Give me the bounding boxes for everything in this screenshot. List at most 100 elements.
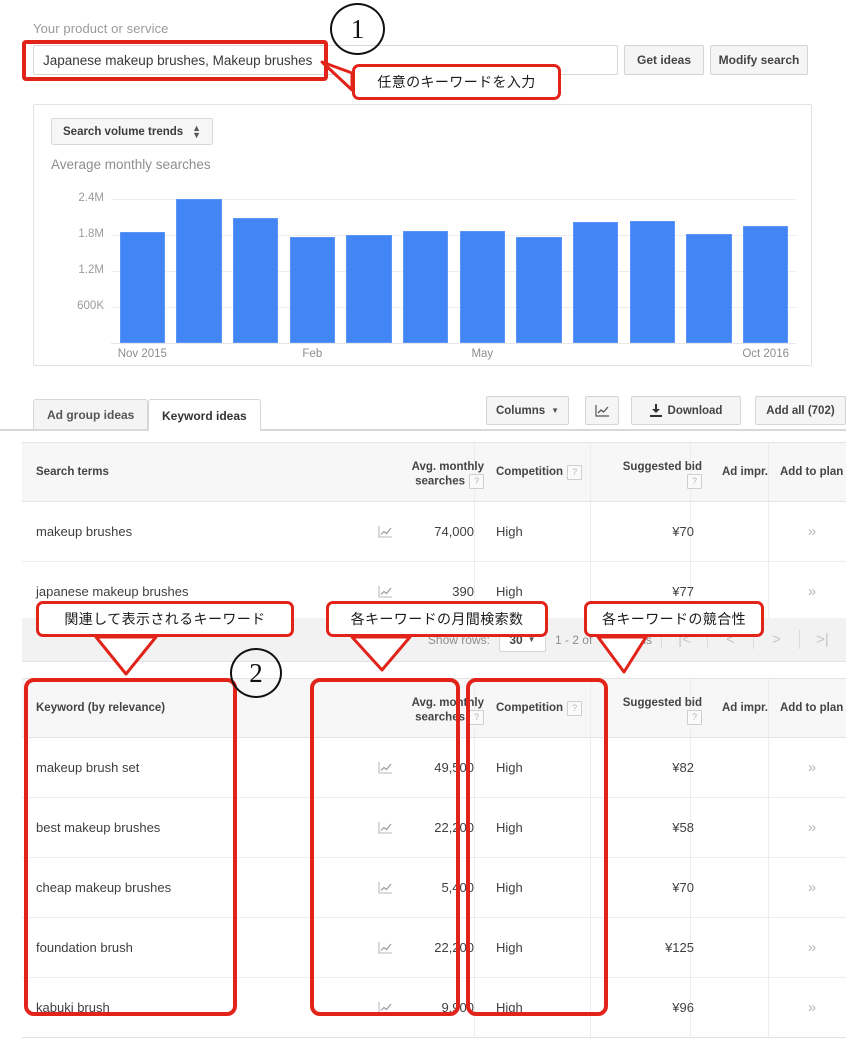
table-row[interactable]: makeup brush set 49,500 High ¥82 » [22, 738, 846, 798]
help-icon[interactable]: ? [687, 474, 702, 489]
cell-keyword[interactable]: cheap makeup brushes [36, 858, 356, 917]
next-page-icon[interactable]: > [763, 631, 790, 648]
y-axis-tick-label: 1.8M [78, 228, 104, 240]
table-row[interactable]: makeup brushes 74,000 High ¥70 » [22, 502, 846, 562]
cell-sparkline[interactable] [374, 978, 396, 1037]
cell-keyword[interactable]: makeup brush set [36, 738, 356, 797]
sparkline-icon[interactable] [377, 881, 393, 894]
cell-competition: High [496, 524, 523, 539]
chart-bar[interactable] [459, 231, 505, 343]
chart-bar[interactable] [743, 226, 789, 343]
sparkline-icon[interactable] [377, 585, 393, 598]
cell-keyword[interactable]: kabuki brush [36, 978, 356, 1037]
column-header-keyword-by-relevance[interactable]: Keyword (by relevance) [36, 679, 165, 737]
download-button[interactable]: Download [631, 396, 741, 425]
column-header-search-terms[interactable]: Search terms [36, 443, 109, 501]
cell-suggested-bid: ¥70 [672, 880, 694, 895]
search-volume-trends-select[interactable]: Search volume trends ▲ ▼ [51, 118, 214, 145]
previous-page-icon[interactable]: < [717, 631, 744, 648]
table-row[interactable]: japanese makeup brushes 390 High ¥77 » [22, 562, 846, 621]
cell-add-to-plan-button[interactable]: » [782, 858, 842, 917]
chart-title: Average monthly searches [51, 157, 211, 172]
search-terms-table-header: Search terms Avg. monthly searches? Compe… [22, 443, 846, 502]
sparkline-icon[interactable] [377, 821, 393, 834]
add-all-button[interactable]: Add all (702) [755, 396, 846, 425]
line-chart-icon [594, 405, 609, 417]
cell-ad-impr [712, 978, 778, 1037]
chart-bar[interactable] [686, 233, 732, 343]
cell-avg-monthly-searches: 22,200 [434, 940, 474, 955]
show-rows-select[interactable]: 30 ▼ [498, 627, 546, 652]
first-page-icon[interactable]: |< [671, 631, 698, 648]
cell-add-to-plan-button[interactable]: » [782, 978, 842, 1037]
column-header-ad-impr[interactable]: Ad impr. [722, 679, 768, 737]
help-icon[interactable]: ? [469, 710, 484, 725]
table-row[interactable]: best makeup brushes 22,200 High ¥58 » [22, 798, 846, 858]
pagination-range: 1 - 2 of [554, 632, 593, 647]
chart-bar[interactable] [573, 222, 619, 343]
chart-bar[interactable] [289, 237, 335, 343]
chart-bar[interactable] [119, 232, 165, 343]
cell-ad-impr [712, 502, 778, 561]
help-icon[interactable]: ? [567, 464, 583, 480]
keyword-search-input[interactable] [33, 45, 618, 75]
cell-add-to-plan-button[interactable]: » [782, 918, 842, 977]
cell-sparkline[interactable] [374, 858, 396, 917]
show-rows-value: 30 [509, 632, 523, 647]
columns-label: Columns [495, 404, 546, 417]
sparkline-icon[interactable] [377, 1001, 393, 1014]
cell-sparkline[interactable] [374, 738, 396, 797]
cell-add-to-plan-button[interactable]: » [782, 798, 842, 857]
sparkline-icon[interactable] [377, 761, 393, 774]
help-icon[interactable]: ? [567, 700, 583, 716]
cell-keyword[interactable]: japanese makeup brushes [36, 562, 356, 621]
chart-bar[interactable] [629, 221, 675, 343]
last-page-icon[interactable]: >| [809, 631, 836, 648]
table-row[interactable]: foundation brush 22,200 High ¥125 » [22, 918, 846, 978]
cell-avg-monthly-searches: 390 [452, 584, 474, 599]
x-axis-tick-label: Feb [302, 348, 323, 360]
table-row[interactable]: cheap makeup brushes 5,400 High ¥70 » [22, 858, 846, 918]
column-header-competition[interactable]: Competition? [496, 443, 583, 501]
modify-search-button[interactable]: Modify search [710, 45, 808, 75]
column-header-avg-monthly-searches[interactable]: Avg. monthly searches? [392, 443, 484, 501]
sparkline-icon[interactable] [377, 941, 393, 954]
y-axis-tick-label: 600K [77, 300, 104, 312]
tab-keyword-ideas[interactable]: Keyword ideas [148, 399, 261, 431]
sparkline-icon[interactable] [377, 525, 393, 538]
cell-sparkline[interactable] [374, 502, 396, 561]
axis-baseline [111, 343, 796, 344]
chart-bar[interactable] [403, 231, 449, 343]
cell-add-to-plan-button[interactable]: » [782, 502, 842, 561]
chart-bar[interactable] [233, 217, 279, 343]
search-area: Your product or service Get ideas Modify… [0, 0, 846, 92]
help-icon[interactable]: ? [469, 474, 484, 489]
column-header-ad-impr[interactable]: Ad impr. [722, 443, 768, 501]
chart-bar[interactable] [346, 235, 392, 343]
cell-suggested-bid: ¥58 [672, 820, 694, 835]
cell-keyword[interactable]: foundation brush [36, 918, 356, 977]
cell-sparkline[interactable] [374, 562, 396, 621]
chart-bar[interactable] [176, 199, 222, 343]
y-axis-tick-label: 1.2M [78, 264, 104, 276]
get-ideas-button[interactable]: Get ideas [624, 45, 704, 75]
column-header-competition[interactable]: Competition? [496, 679, 583, 737]
cell-competition: High [496, 584, 523, 599]
cell-sparkline[interactable] [374, 918, 396, 977]
cell-add-to-plan-button[interactable]: » [782, 738, 842, 797]
column-header-suggested-bid[interactable]: Suggested bid? [610, 443, 702, 501]
cell-sparkline[interactable] [374, 798, 396, 857]
help-icon[interactable]: ? [687, 710, 702, 725]
tab-ad-group-ideas[interactable]: Ad group ideas [33, 399, 149, 429]
column-header-suggested-bid[interactable]: Suggested bid? [610, 679, 702, 737]
columns-button[interactable]: Columns ▼ [486, 396, 569, 425]
cell-keyword[interactable]: makeup brushes [36, 502, 356, 561]
table-row[interactable]: kabuki brush 9,900 High ¥96 » [22, 978, 846, 1037]
y-axis-tick-label: 2.4M [78, 192, 104, 204]
cell-add-to-plan-button[interactable]: » [782, 562, 842, 621]
column-header-avg-monthly-searches[interactable]: Avg. monthly searches? [392, 679, 484, 737]
chart-bar[interactable] [516, 237, 562, 343]
chart-toggle-button[interactable] [585, 396, 619, 425]
pagination-bar: Show rows: 30 ▼ 1 - 2 of keywords |< < >… [22, 618, 846, 662]
cell-keyword[interactable]: best makeup brushes [36, 798, 356, 857]
